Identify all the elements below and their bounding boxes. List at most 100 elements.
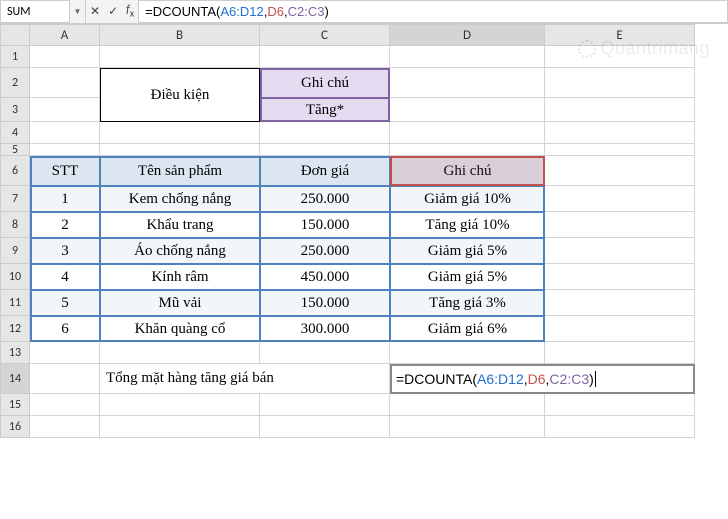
row-header-12[interactable]: 12: [0, 316, 30, 342]
table-cell[interactable]: 3: [30, 238, 100, 264]
cell[interactable]: [545, 394, 695, 416]
cell[interactable]: [260, 46, 390, 68]
cell[interactable]: [545, 186, 695, 212]
row-header-16[interactable]: 16: [0, 416, 30, 438]
row-header-13[interactable]: 13: [0, 342, 30, 364]
cell[interactable]: [30, 68, 100, 98]
row-header-9[interactable]: 9: [0, 238, 30, 264]
table-cell[interactable]: 300.000: [260, 316, 390, 342]
table-cell[interactable]: 5: [30, 290, 100, 316]
cell[interactable]: [390, 98, 545, 122]
table-cell[interactable]: Tăng giá 3%: [390, 290, 545, 316]
table-cell[interactable]: 250.000: [260, 238, 390, 264]
table-cell[interactable]: 250.000: [260, 186, 390, 212]
row-header-10[interactable]: 10: [0, 264, 30, 290]
cell[interactable]: [260, 394, 390, 416]
table-cell[interactable]: 150.000: [260, 290, 390, 316]
criteria-label-cell[interactable]: Điều kiện: [100, 68, 260, 122]
summary-label-cell[interactable]: Tổng mặt hàng tăng giá bán: [100, 364, 390, 394]
formula-input[interactable]: =DCOUNTA(A6:D12,D6,C2:C3): [138, 0, 728, 23]
cell[interactable]: [260, 342, 390, 364]
row-header-5[interactable]: 5: [0, 144, 30, 156]
row-header-3[interactable]: 3: [0, 98, 30, 122]
cell[interactable]: [390, 416, 545, 438]
col-header-D[interactable]: D: [390, 24, 545, 46]
cell[interactable]: [545, 98, 695, 122]
table-header-3[interactable]: Ghi chú: [390, 156, 545, 186]
cell[interactable]: [390, 68, 545, 98]
cell[interactable]: [100, 144, 260, 156]
cell[interactable]: [30, 364, 100, 394]
table-cell[interactable]: Giảm giá 6%: [390, 316, 545, 342]
table-cell[interactable]: Khẩu trang: [100, 212, 260, 238]
cell[interactable]: [30, 416, 100, 438]
cell[interactable]: [545, 290, 695, 316]
cell[interactable]: [545, 264, 695, 290]
row-header-14[interactable]: 14: [0, 364, 30, 394]
col-header-C[interactable]: C: [260, 24, 390, 46]
table-header-1[interactable]: Tên sản phẩm: [100, 156, 260, 186]
cell[interactable]: [390, 122, 545, 144]
cell[interactable]: [100, 416, 260, 438]
name-box-dropdown[interactable]: ▼: [70, 0, 86, 23]
row-header-8[interactable]: 8: [0, 212, 30, 238]
cell[interactable]: [545, 316, 695, 342]
cell[interactable]: [260, 122, 390, 144]
cell[interactable]: [545, 238, 695, 264]
cancel-icon[interactable]: ✕: [90, 4, 100, 19]
cell[interactable]: [100, 394, 260, 416]
cell[interactable]: [545, 342, 695, 364]
table-cell[interactable]: 2: [30, 212, 100, 238]
cell[interactable]: [30, 122, 100, 144]
table-cell[interactable]: Khăn quàng cổ: [100, 316, 260, 342]
row-header-15[interactable]: 15: [0, 394, 30, 416]
select-all-corner[interactable]: [0, 24, 30, 46]
table-cell[interactable]: Giảm giá 10%: [390, 186, 545, 212]
cell[interactable]: [260, 416, 390, 438]
cell[interactable]: [390, 342, 545, 364]
cell[interactable]: [30, 46, 100, 68]
cell[interactable]: [30, 394, 100, 416]
fx-icon[interactable]: fx: [126, 3, 134, 19]
table-cell[interactable]: Kính râm: [100, 264, 260, 290]
cell[interactable]: [100, 122, 260, 144]
cell[interactable]: [30, 98, 100, 122]
cell[interactable]: [30, 144, 100, 156]
cell[interactable]: [545, 68, 695, 98]
table-cell[interactable]: 1: [30, 186, 100, 212]
cell[interactable]: [100, 342, 260, 364]
cell[interactable]: [545, 416, 695, 438]
table-cell[interactable]: Kem chống nắng: [100, 186, 260, 212]
cell[interactable]: [390, 394, 545, 416]
table-cell[interactable]: Giảm giá 5%: [390, 238, 545, 264]
criteria-header-cell[interactable]: Ghi chú: [260, 68, 390, 98]
table-header-2[interactable]: Đơn giá: [260, 156, 390, 186]
cell[interactable]: [390, 46, 545, 68]
table-header-0[interactable]: STT: [30, 156, 100, 186]
table-cell[interactable]: 150.000: [260, 212, 390, 238]
row-header-11[interactable]: 11: [0, 290, 30, 316]
name-box[interactable]: SUM: [0, 0, 70, 23]
table-cell[interactable]: 6: [30, 316, 100, 342]
row-header-2[interactable]: 2: [0, 68, 30, 98]
table-cell[interactable]: Tăng giá 10%: [390, 212, 545, 238]
cell[interactable]: [30, 342, 100, 364]
accept-icon[interactable]: ✓: [108, 4, 118, 19]
table-cell[interactable]: Áo chống nắng: [100, 238, 260, 264]
col-header-A[interactable]: A: [30, 24, 100, 46]
row-header-4[interactable]: 4: [0, 122, 30, 144]
table-cell[interactable]: 4: [30, 264, 100, 290]
cell[interactable]: [545, 144, 695, 156]
active-formula-cell[interactable]: =DCOUNTA(A6:D12,D6,C2:C3): [390, 364, 695, 394]
row-header-6[interactable]: 6: [0, 156, 30, 186]
criteria-value-cell[interactable]: Tăng*: [260, 98, 390, 122]
cell[interactable]: [545, 122, 695, 144]
row-header-1[interactable]: 1: [0, 46, 30, 68]
cell[interactable]: [545, 156, 695, 186]
table-cell[interactable]: Mũ vải: [100, 290, 260, 316]
cell[interactable]: [545, 212, 695, 238]
cell[interactable]: [390, 144, 545, 156]
cell[interactable]: [100, 46, 260, 68]
table-cell[interactable]: 450.000: [260, 264, 390, 290]
row-header-7[interactable]: 7: [0, 186, 30, 212]
